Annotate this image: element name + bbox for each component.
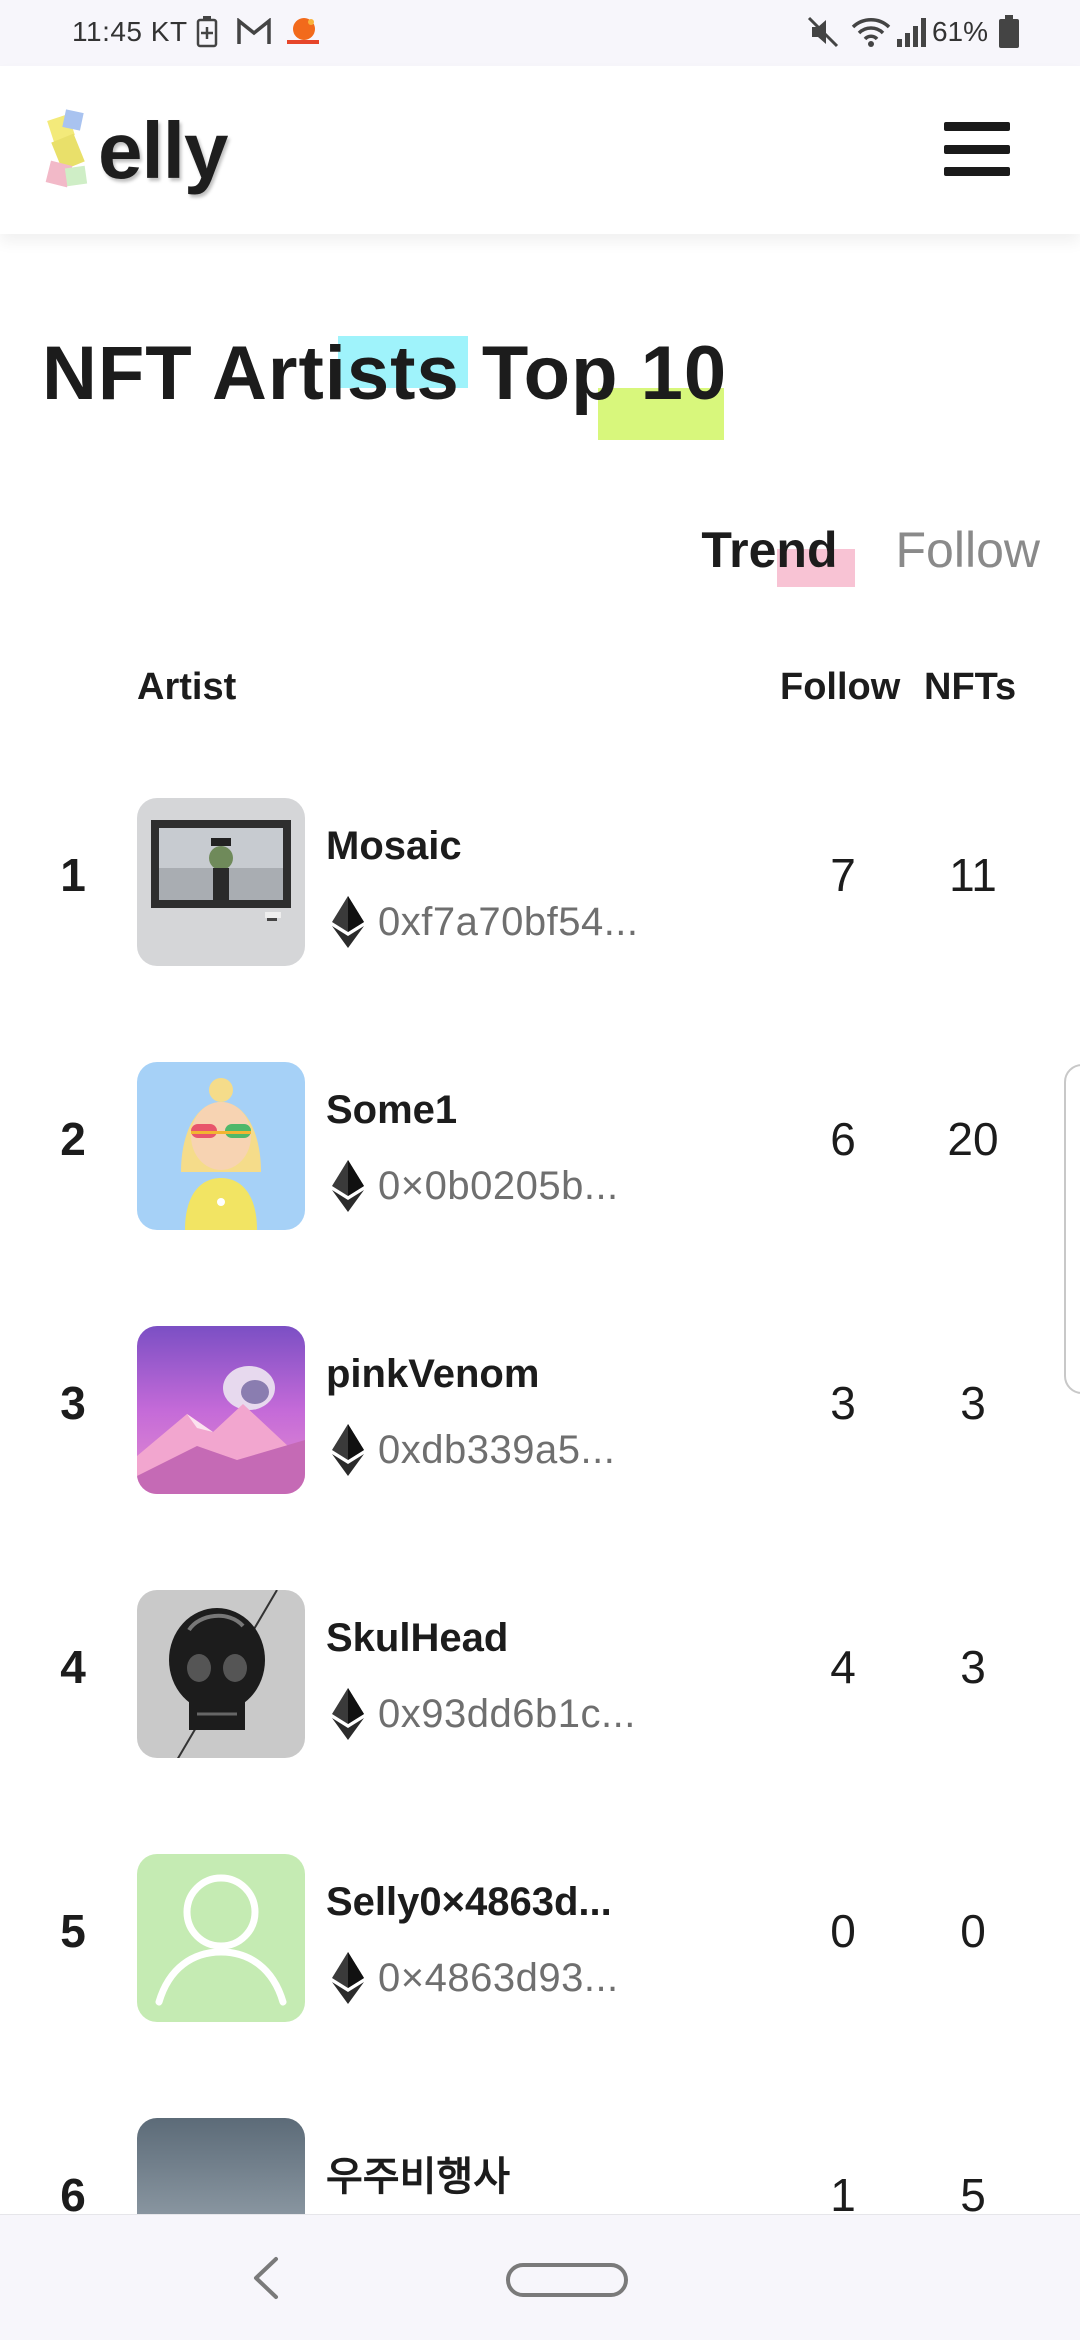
artist-avatar[interactable] [137, 1854, 305, 2022]
artist-name[interactable]: Selly0×4863d... [326, 1880, 612, 1925]
follow-count: 4 [830, 1641, 856, 1693]
system-nav-bar [0, 2214, 1080, 2340]
hamburger-menu-icon[interactable] [944, 122, 1010, 176]
selly-logo[interactable]: elly [42, 106, 228, 196]
follow-count: 6 [830, 1113, 856, 1165]
title-block: NFT Artists Top 10 [42, 330, 727, 450]
ethereum-icon [332, 1424, 364, 1476]
nft-count: 3 [960, 1377, 986, 1429]
gmail-icon [236, 14, 272, 50]
rank-number: 2 [60, 1113, 86, 1165]
artist-name[interactable]: pinkVenom [326, 1352, 539, 1397]
artist-name[interactable]: Mosaic [326, 824, 462, 869]
battery-percent: 61% [931, 16, 988, 47]
artist-name[interactable]: Some1 [326, 1088, 457, 1133]
rank-number: 4 [60, 1641, 86, 1693]
artist-name[interactable]: 우주비행사 [326, 2144, 510, 2202]
artist-avatar[interactable] [137, 798, 305, 966]
artist-row[interactable]: 1 Mosaic 0xf7a70bf54... 7 11 [0, 790, 1080, 970]
battery-icon [998, 14, 1020, 50]
wallet-address: 0xf7a70bf54... [332, 896, 639, 948]
framed-painting-icon [151, 820, 291, 921]
mute-icon [806, 14, 840, 50]
pink-mountain-icon [137, 1366, 305, 1494]
artist-avatar[interactable] [137, 1326, 305, 1494]
back-chevron-icon[interactable] [244, 2253, 288, 2303]
wallet-address: 0x93dd6b1c... [332, 1688, 636, 1740]
wallet-address-text: 0xdb339a5... [378, 1427, 616, 1472]
wallet-address-text: 0×0b0205b... [378, 1163, 619, 1208]
wallet-address-text: 0x93dd6b1c... [378, 1691, 636, 1736]
edge-panel-handle[interactable] [1064, 1064, 1080, 1394]
sort-tabs: Trend Follow [701, 520, 1040, 587]
nft-count: 20 [947, 1113, 999, 1165]
status-bar: 11:45 KT 61% [0, 0, 1080, 66]
app-notification-icon [284, 14, 322, 50]
page-title: NFT Artists Top 10 [42, 331, 728, 416]
rank-number: 5 [60, 1905, 86, 1957]
artist-row[interactable]: 5 Selly0×4863d... 0×4863d93... 0 0 [0, 1846, 1080, 2026]
wallet-address-text: 0xf7a70bf54... [378, 899, 639, 944]
status-time: 11:45 KT [72, 16, 188, 47]
artist-name[interactable]: SkulHead [326, 1616, 508, 1661]
artist-row[interactable]: 3 pinkVenom 0xdb339a5... 3 3 [0, 1318, 1080, 1498]
wallet-address-text: 0×4863d93... [378, 1955, 619, 2000]
blonde-character-icon [181, 1078, 261, 1230]
wallet-address: 0xdb339a5... [332, 1424, 615, 1476]
default-user-icon [155, 1874, 287, 2006]
follow-count: 3 [830, 1377, 856, 1429]
follow-count: 7 [830, 849, 856, 901]
tab-follow[interactable]: Follow [896, 521, 1040, 579]
wifi-icon [850, 14, 892, 50]
column-header-artist[interactable]: Artist [137, 666, 236, 709]
artist-avatar[interactable] [137, 1590, 305, 1758]
home-pill-icon[interactable] [506, 2263, 628, 2297]
wallet-address: 0×4863d93... [332, 1952, 619, 2004]
app-header: elly [0, 66, 1080, 234]
column-header-follow[interactable]: Follow [780, 666, 900, 709]
tab-trend[interactable]: Trend [701, 521, 856, 587]
tab-trend-label: Trend [701, 522, 838, 578]
logo-text: elly [98, 106, 228, 195]
ethereum-icon [332, 1160, 364, 1212]
tab-follow-label: Follow [895, 522, 1040, 578]
ethereum-icon [332, 1688, 364, 1740]
rank-number: 1 [60, 849, 86, 901]
artist-row[interactable]: 4 SkulHead 0x93dd6b1c... 4 3 [0, 1582, 1080, 1762]
ethereum-icon [332, 1952, 364, 2004]
follow-count: 0 [830, 1905, 856, 1957]
rank-number: 3 [60, 1377, 86, 1429]
artist-avatar[interactable] [137, 1062, 305, 1230]
ethereum-icon [332, 896, 364, 948]
column-header-nfts[interactable]: NFTs [924, 666, 1016, 709]
nft-count: 3 [960, 1641, 986, 1693]
logo-mark-icon [45, 109, 88, 188]
black-skull-icon [169, 1590, 278, 1758]
artist-row[interactable]: 2 Some1 0×0b0205b... 6 20 [0, 1054, 1080, 1234]
wallet-address: 0×0b0205b... [332, 1160, 619, 1212]
battery-plus-icon [196, 14, 218, 50]
signal-icon [896, 14, 930, 50]
nft-count: 0 [960, 1905, 986, 1957]
nft-count: 11 [949, 849, 997, 901]
